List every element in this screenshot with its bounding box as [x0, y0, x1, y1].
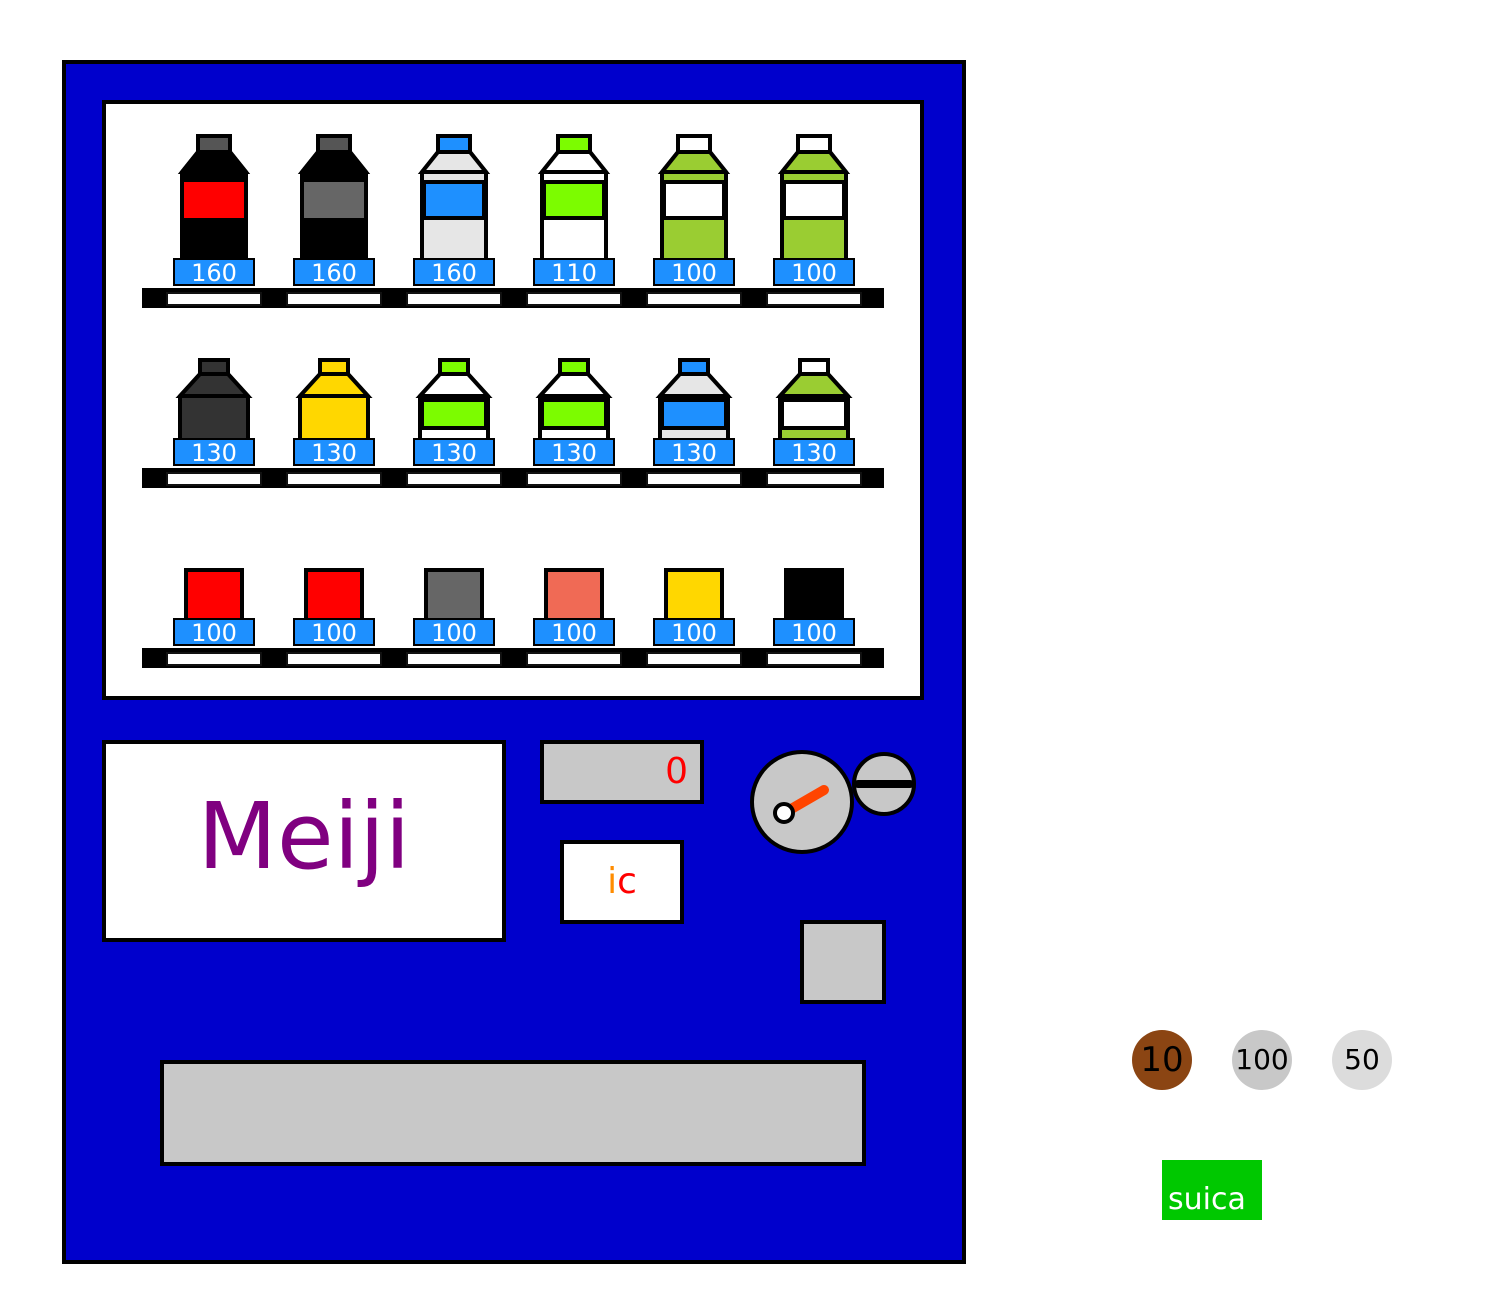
select-button[interactable] [166, 652, 262, 666]
coin-return-lever[interactable] [750, 750, 946, 860]
bottle-product [274, 134, 394, 262]
bottle-product [154, 134, 274, 262]
can-product [394, 568, 514, 622]
brand-panel: Meiji [102, 740, 506, 942]
select-button[interactable] [766, 292, 862, 306]
can-product [634, 568, 754, 622]
bottle-product [634, 358, 754, 442]
ic-letter-i: i [607, 861, 618, 902]
price-button[interactable]: 130 [773, 438, 855, 466]
can-product [154, 568, 274, 622]
select-button[interactable] [286, 292, 382, 306]
price-button[interactable]: 100 [413, 618, 495, 646]
price-button[interactable]: 100 [173, 618, 255, 646]
price-button[interactable]: 100 [533, 618, 615, 646]
coin-50[interactable]: 50 [1332, 1030, 1392, 1090]
product-outlet[interactable] [160, 1060, 866, 1166]
bottle-product [514, 358, 634, 442]
price-button[interactable]: 100 [653, 618, 735, 646]
change-return-door[interactable] [800, 920, 886, 1004]
bottle-product [634, 134, 754, 262]
price-button[interactable]: 130 [653, 438, 735, 466]
price-button[interactable]: 160 [293, 258, 375, 286]
price-button[interactable]: 130 [533, 438, 615, 466]
select-button[interactable] [286, 472, 382, 486]
coin-100[interactable]: 100 [1232, 1030, 1292, 1090]
bottle-product [754, 134, 874, 262]
select-button[interactable] [406, 292, 502, 306]
suica-card[interactable]: suica [1162, 1160, 1262, 1220]
select-button[interactable] [286, 652, 382, 666]
select-button[interactable] [646, 472, 742, 486]
vending-machine: 160 160 160 110 100 100 130 130 130 130 130 130 100 1… [62, 60, 966, 1264]
price-button[interactable]: 130 [413, 438, 495, 466]
ic-letter-c: c [617, 861, 637, 902]
select-button[interactable] [526, 472, 622, 486]
price-button[interactable]: 160 [173, 258, 255, 286]
select-button[interactable] [526, 292, 622, 306]
product-window: 160 160 160 110 100 100 130 130 130 130 130 130 100 1… [102, 100, 924, 700]
select-button[interactable] [526, 652, 622, 666]
bottle-product [394, 134, 514, 262]
select-button[interactable] [766, 652, 862, 666]
lever-pivot [773, 802, 795, 824]
bottle-product [754, 358, 874, 442]
select-button[interactable] [646, 652, 742, 666]
price-button[interactable]: 110 [533, 258, 615, 286]
amount-display: 0 [540, 740, 704, 804]
price-button[interactable]: 130 [173, 438, 255, 466]
can-product [754, 568, 874, 622]
select-button[interactable] [766, 472, 862, 486]
price-button[interactable]: 160 [413, 258, 495, 286]
bottle-product [514, 134, 634, 262]
bottle-product [274, 358, 394, 442]
bottle-product [394, 358, 514, 442]
bottle-product [154, 358, 274, 442]
select-button[interactable] [166, 292, 262, 306]
coin-10[interactable]: 10 [1132, 1030, 1192, 1090]
select-button[interactable] [406, 472, 502, 486]
price-button[interactable]: 100 [773, 258, 855, 286]
price-button[interactable]: 100 [773, 618, 855, 646]
select-button[interactable] [406, 652, 502, 666]
select-button[interactable] [166, 472, 262, 486]
price-button[interactable]: 130 [293, 438, 375, 466]
select-button[interactable] [646, 292, 742, 306]
price-button[interactable]: 100 [653, 258, 735, 286]
price-button[interactable]: 100 [293, 618, 375, 646]
ic-card-reader[interactable]: ic [560, 840, 684, 924]
can-product [274, 568, 394, 622]
can-product [514, 568, 634, 622]
